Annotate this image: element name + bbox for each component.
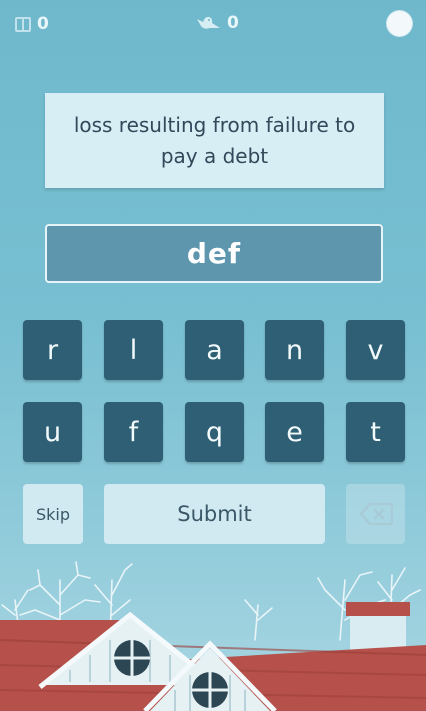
letter-tile[interactable]: e — [265, 402, 324, 462]
timer-icon[interactable] — [387, 11, 412, 36]
letter-tile[interactable]: n — [265, 320, 324, 380]
letter-tile[interactable]: r — [23, 320, 82, 380]
letter-tile[interactable]: a — [185, 320, 244, 380]
backspace-icon — [359, 502, 393, 526]
answer-text: def — [186, 237, 242, 270]
rooftop-scenery — [0, 561, 426, 711]
streak-counter: 0 — [195, 13, 239, 33]
clue-text: loss resulting from failure to pay a deb… — [73, 112, 356, 168]
letter-tile[interactable]: l — [104, 320, 163, 380]
clue-card: loss resulting from failure to pay a deb… — [45, 93, 384, 188]
bird-icon — [197, 16, 220, 29]
score-counter: 0 — [15, 14, 49, 34]
letter-tile[interactable]: q — [185, 402, 244, 462]
letter-tile[interactable]: u — [23, 402, 82, 462]
skip-button[interactable]: Skip — [23, 484, 83, 544]
letter-tile[interactable]: v — [346, 320, 405, 380]
answer-field[interactable]: def — [45, 224, 383, 283]
delete-button[interactable] — [346, 484, 405, 544]
streak-value: 0 — [227, 13, 239, 33]
book-icon — [15, 16, 31, 32]
submit-button[interactable]: Submit — [104, 484, 325, 544]
score-value: 0 — [37, 14, 49, 34]
letter-tile[interactable]: t — [346, 402, 405, 462]
letter-tile[interactable]: f — [104, 402, 163, 462]
